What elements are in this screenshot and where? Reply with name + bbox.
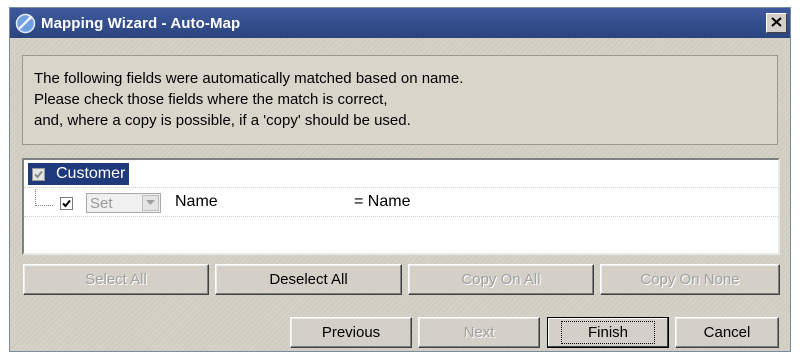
field-mapping-tree[interactable]: Customer Set Name = Name <box>22 158 780 255</box>
tree-node-customer[interactable]: Customer <box>28 163 130 185</box>
name-mapping-checkbox[interactable] <box>60 197 73 210</box>
window-title: Mapping Wizard - Auto-Map <box>41 14 241 32</box>
mapping-mode-select[interactable]: Set <box>86 193 161 213</box>
tree-row-name[interactable]: Set Name = Name <box>24 189 778 217</box>
tree-connector-line <box>35 189 53 206</box>
copy-on-all-button[interactable]: Copy On All <box>408 264 594 295</box>
instruction-line: Please check those fields where the matc… <box>34 91 388 108</box>
instruction-line: and, where a copy is possible, if a 'cop… <box>34 112 411 129</box>
previous-button[interactable]: Previous <box>290 317 412 348</box>
cancel-button[interactable]: Cancel <box>675 317 779 348</box>
target-field-match: = Name <box>354 193 411 210</box>
finish-button-label: Finish <box>560 321 655 344</box>
source-field-name: Name <box>175 193 218 210</box>
select-all-button[interactable]: Select All <box>23 264 209 295</box>
next-button[interactable]: Next <box>418 317 540 348</box>
app-globe-icon <box>15 13 36 34</box>
close-icon <box>771 14 782 32</box>
dropdown-arrow-icon <box>142 195 159 211</box>
title-bar: Mapping Wizard - Auto-Map <box>10 8 790 38</box>
instructions-box: The following fields were automatically … <box>22 55 778 145</box>
tree-row-customer[interactable]: Customer <box>24 160 778 188</box>
copy-on-none-button[interactable]: Copy On None <box>600 264 780 295</box>
customer-checkbox[interactable] <box>32 167 45 181</box>
finish-button[interactable]: Finish <box>547 317 669 348</box>
deselect-all-button[interactable]: Deselect All <box>215 264 402 295</box>
instruction-line: The following fields were automatically … <box>34 70 464 87</box>
tree-node-label: Customer <box>56 165 126 182</box>
close-button[interactable] <box>766 13 787 33</box>
mapping-mode-value: Set <box>90 194 113 212</box>
dialog-body: The following fields were automatically … <box>10 38 790 351</box>
mapping-wizard-dialog: Mapping Wizard - Auto-Map The following … <box>9 7 791 352</box>
